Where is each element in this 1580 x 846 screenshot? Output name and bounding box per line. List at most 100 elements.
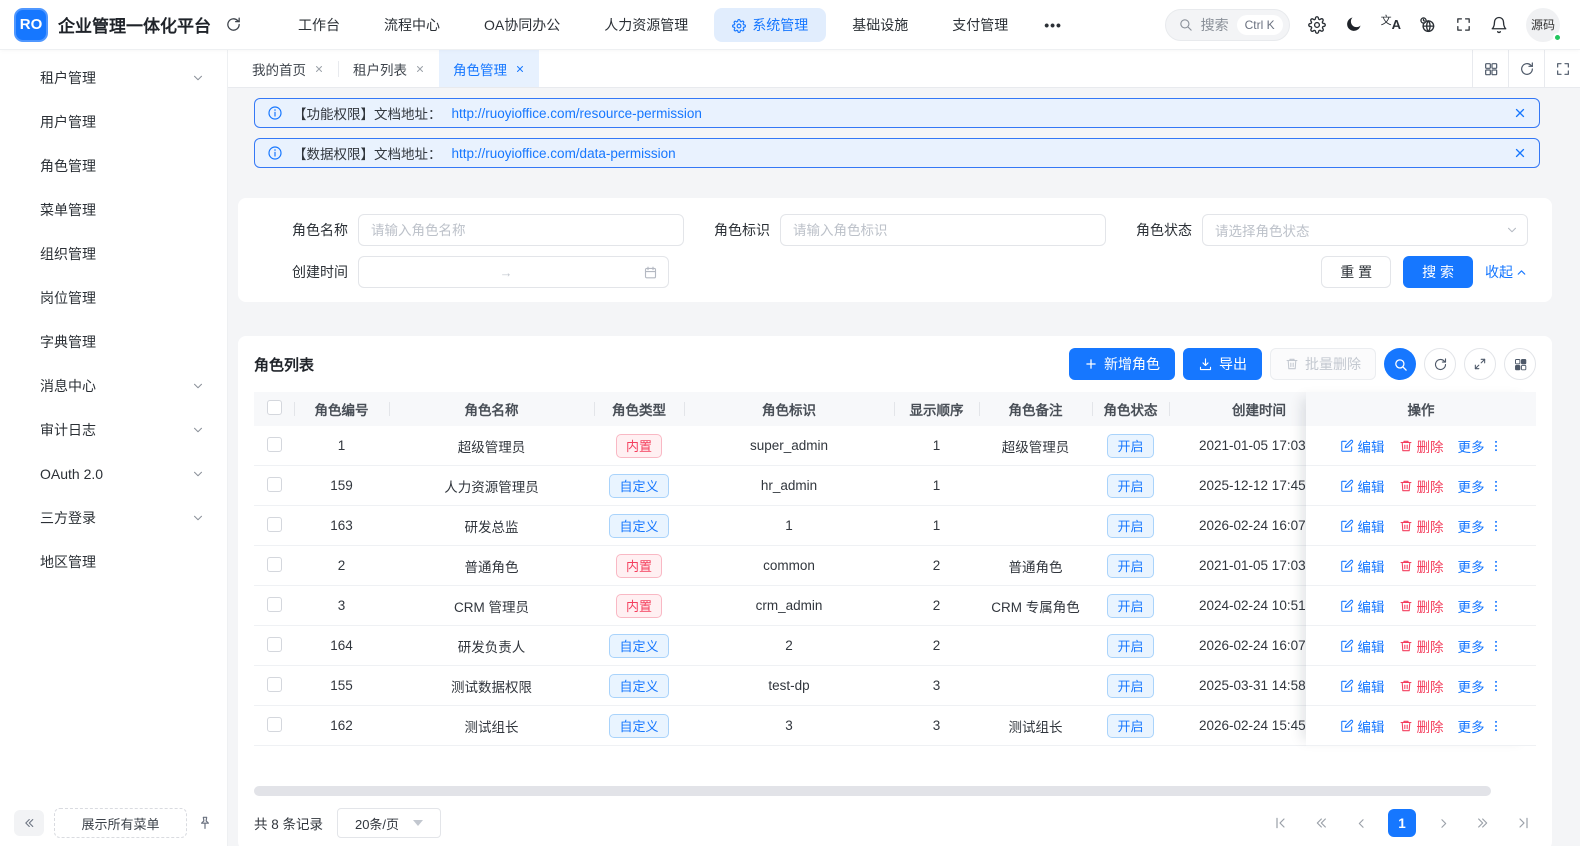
delete-button[interactable]: 删除 — [1399, 556, 1444, 576]
sidebar-item-role[interactable]: 角色管理 — [8, 146, 219, 186]
delete-button[interactable]: 删除 — [1399, 636, 1444, 656]
search-button[interactable]: 搜 索 — [1403, 256, 1473, 288]
sidebar-item-tenant[interactable]: 租户管理 — [8, 58, 219, 98]
edit-button[interactable]: 编辑 — [1340, 636, 1385, 656]
role-name-input[interactable] — [358, 214, 684, 246]
nav-item-hr[interactable]: 人力资源管理 — [586, 8, 706, 42]
tab-refresh-icon[interactable] — [1508, 50, 1544, 87]
settings-gear-icon[interactable] — [1308, 16, 1326, 34]
edit-button[interactable]: 编辑 — [1340, 596, 1385, 616]
select-all-checkbox[interactable] — [266, 400, 282, 415]
page-size-select[interactable]: 20条/页 — [337, 808, 442, 838]
alert-close-icon[interactable] — [1513, 106, 1527, 120]
nav-item-oa[interactable]: OA协同办公 — [466, 8, 578, 42]
sidebar-item-menu[interactable]: 菜单管理 — [8, 190, 219, 230]
row-checkbox[interactable] — [266, 676, 282, 692]
pin-icon[interactable] — [197, 815, 213, 831]
more-button[interactable]: 更多 — [1458, 596, 1503, 616]
more-button[interactable]: 更多 — [1458, 556, 1503, 576]
more-button[interactable]: 更多 — [1458, 516, 1503, 536]
reset-button[interactable]: 重 置 — [1321, 256, 1392, 288]
role-status-badge[interactable]: 开启 — [1107, 433, 1154, 458]
refresh-table-button[interactable] — [1424, 348, 1456, 380]
scrollbar-thumb[interactable] — [254, 786, 1492, 796]
role-status-badge[interactable]: 开启 — [1107, 713, 1154, 738]
role-status-badge[interactable]: 开启 — [1107, 553, 1154, 578]
edit-button[interactable]: 编辑 — [1340, 476, 1385, 496]
next-page-button[interactable] — [1430, 810, 1456, 836]
row-checkbox[interactable] — [266, 516, 282, 532]
user-avatar[interactable]: 源码 — [1526, 7, 1562, 42]
tab-role-management[interactable]: 角色管理 — [439, 50, 539, 87]
app-logo[interactable]: RO — [14, 7, 48, 42]
role-key-input[interactable] — [780, 214, 1106, 246]
column-settings-button[interactable] — [1504, 348, 1536, 380]
edit-button[interactable]: 编辑 — [1340, 436, 1385, 456]
row-checkbox[interactable] — [266, 596, 282, 612]
alert-doc-link[interactable]: http://ruoyioffice.com/data-permission — [452, 146, 676, 161]
row-checkbox[interactable] — [266, 436, 282, 452]
tab-close-icon[interactable] — [515, 64, 525, 74]
nav-item-workbench[interactable]: 工作台 — [280, 8, 358, 42]
next-fast-button[interactable] — [1470, 810, 1496, 836]
row-checkbox[interactable] — [266, 716, 282, 732]
sidebar-item-third-login[interactable]: 三方登录 — [8, 498, 219, 538]
edit-button[interactable]: 编辑 — [1340, 676, 1385, 696]
tab-close-icon[interactable] — [314, 64, 324, 74]
prev-page-button[interactable] — [1348, 810, 1374, 836]
more-button[interactable]: 更多 — [1458, 436, 1503, 456]
page-number-current[interactable]: 1 — [1388, 809, 1416, 837]
sidebar-collapse-button[interactable] — [14, 810, 44, 836]
alert-close-icon[interactable] — [1513, 146, 1527, 160]
role-status-badge[interactable]: 开启 — [1107, 473, 1154, 498]
row-checkbox[interactable] — [266, 476, 282, 492]
more-button[interactable]: 更多 — [1458, 676, 1503, 696]
create-time-range-picker[interactable]: → — [358, 256, 670, 288]
add-role-button[interactable]: 新增角色 — [1069, 348, 1175, 380]
more-button[interactable]: 更多 — [1458, 476, 1503, 496]
global-search-input[interactable]: 搜索 Ctrl K — [1164, 8, 1290, 41]
sidebar-item-organization[interactable]: 组织管理 — [8, 234, 219, 274]
sidebar-item-audit-log[interactable]: 审计日志 — [8, 410, 219, 450]
dark-mode-moon-icon[interactable] — [1344, 15, 1363, 34]
edit-button[interactable]: 编辑 — [1340, 516, 1385, 536]
fullscreen-icon[interactable] — [1455, 16, 1472, 33]
more-button[interactable]: 更多 — [1458, 716, 1503, 736]
row-checkbox[interactable] — [266, 556, 282, 572]
nav-refresh-icon[interactable] — [225, 16, 242, 33]
batch-delete-button[interactable]: 批量删除 — [1270, 348, 1376, 380]
sidebar-item-post[interactable]: 岗位管理 — [8, 278, 219, 318]
edit-button[interactable]: 编辑 — [1340, 556, 1385, 576]
delete-button[interactable]: 删除 — [1399, 596, 1444, 616]
first-page-button[interactable] — [1268, 810, 1294, 836]
sidebar-item-message-center[interactable]: 消息中心 — [8, 366, 219, 406]
tab-close-icon[interactable] — [415, 64, 425, 74]
tab-grid-icon[interactable] — [1472, 50, 1508, 87]
notification-bell-icon[interactable] — [1490, 16, 1508, 34]
delete-button[interactable]: 删除 — [1399, 476, 1444, 496]
row-checkbox[interactable] — [266, 636, 282, 652]
last-page-button[interactable] — [1510, 810, 1536, 836]
role-status-select[interactable]: 请选择角色状态 — [1202, 214, 1528, 246]
delete-button[interactable]: 删除 — [1399, 516, 1444, 536]
role-status-badge[interactable]: 开启 — [1107, 513, 1154, 538]
export-button[interactable]: 导出 — [1183, 348, 1262, 380]
show-all-menu-button[interactable]: 展示所有菜单 — [54, 808, 187, 838]
delete-button[interactable]: 删除 — [1399, 436, 1444, 456]
expand-table-button[interactable] — [1464, 348, 1496, 380]
sidebar-item-user[interactable]: 用户管理 — [8, 102, 219, 142]
collapse-form-link[interactable]: 收起 — [1485, 262, 1528, 282]
sidebar-item-dict[interactable]: 字典管理 — [8, 322, 219, 362]
sidebar-item-region[interactable]: 地区管理 — [8, 542, 219, 582]
language-translate-icon[interactable]: 文A — [1381, 16, 1401, 32]
role-status-badge[interactable]: 开启 — [1107, 633, 1154, 658]
tab-home[interactable]: 我的首页 — [238, 50, 338, 87]
delete-button[interactable]: 删除 — [1399, 716, 1444, 736]
tab-maximize-icon[interactable] — [1544, 50, 1580, 87]
nav-item-flow-center[interactable]: 流程中心 — [366, 8, 458, 42]
edit-button[interactable]: 编辑 — [1340, 716, 1385, 736]
more-button[interactable]: 更多 — [1458, 636, 1503, 656]
alert-doc-link[interactable]: http://ruoyioffice.com/resource-permissi… — [452, 106, 702, 121]
role-status-badge[interactable]: 开启 — [1107, 593, 1154, 618]
role-status-badge[interactable]: 开启 — [1107, 673, 1154, 698]
